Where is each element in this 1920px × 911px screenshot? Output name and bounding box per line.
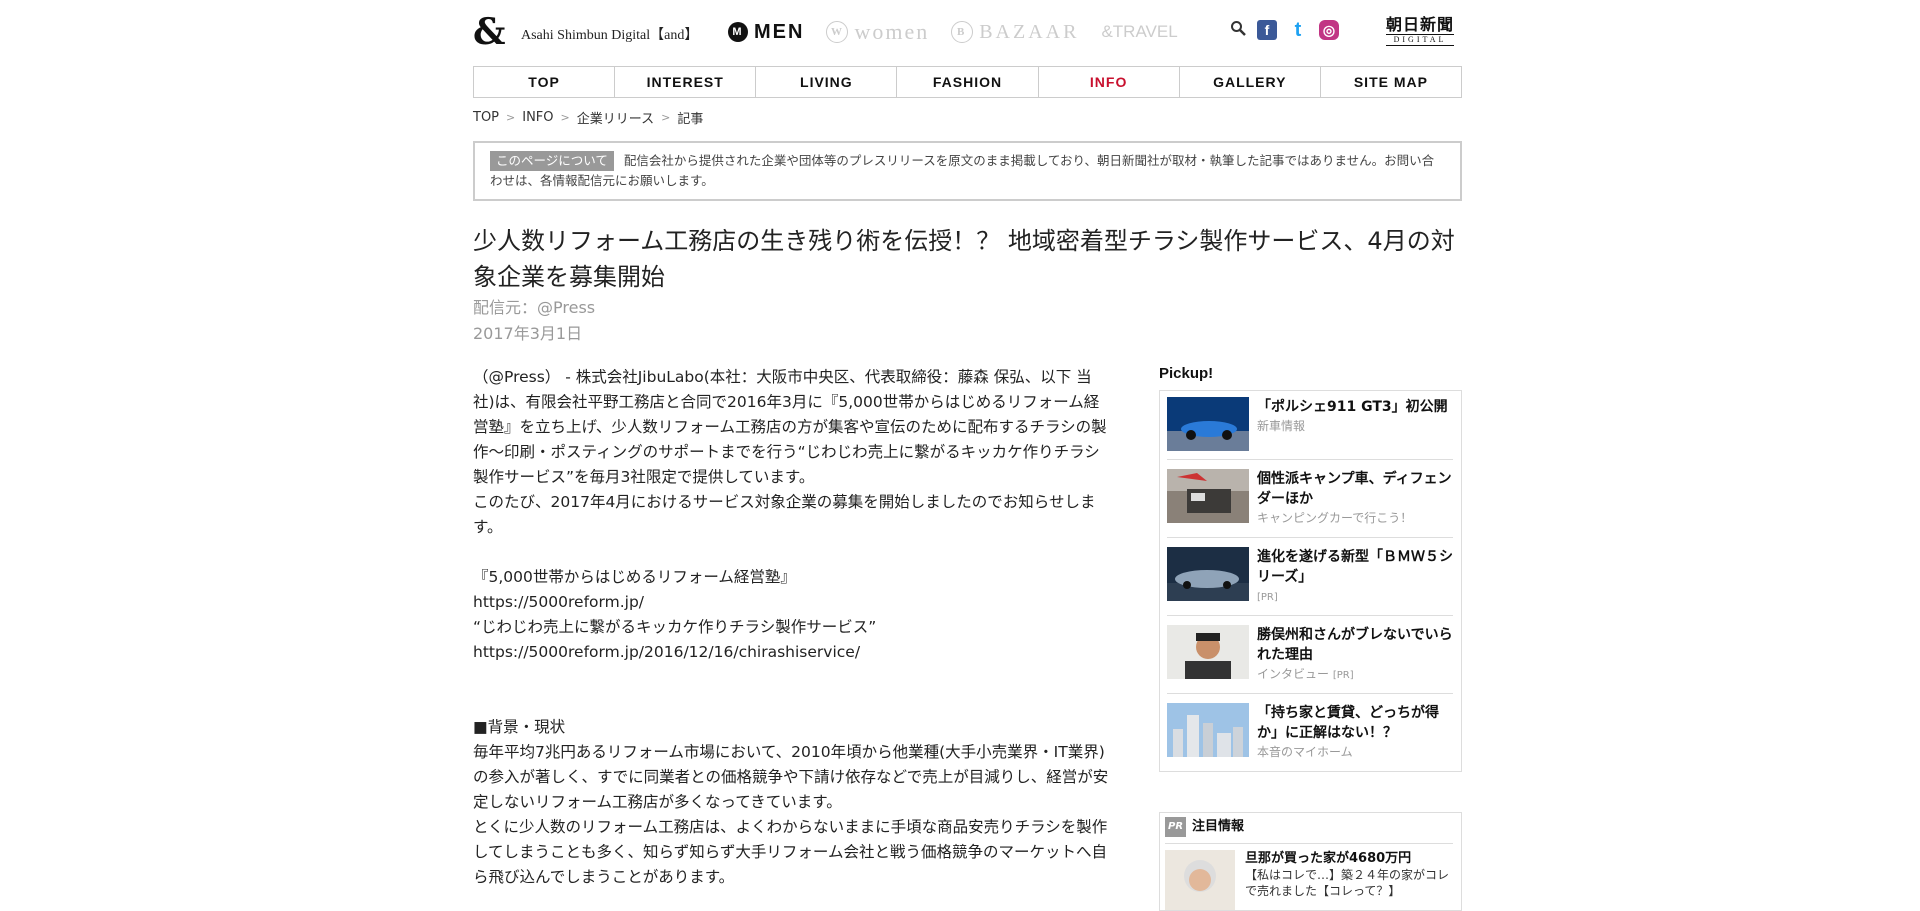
brand-travel-link[interactable]: &TRAVEL: [1101, 22, 1177, 42]
pickup-heading: Pickup!: [1159, 365, 1214, 382]
brand-travel-label: &TRAVEL: [1101, 22, 1178, 41]
women-logo-icon: W: [826, 21, 849, 43]
article-title: 少人数リフォーム工務店の生き残り術を伝授！？ 地域密着型チラシ製作サービス、4月…: [473, 227, 1455, 291]
breadcrumb-info[interactable]: INFO: [522, 110, 553, 125]
notable-info-box: PR 注目情報 旦那が買った家が4680万円 【私はコレで…】築２４年の家がコレ…: [1159, 812, 1462, 911]
header-tools: f t ◎: [1230, 19, 1339, 41]
pickup-item-title: 進化を遂げる新型「ＢＭＷ５シリーズ」: [1257, 549, 1453, 585]
asahi-logo-digital: DIGITAL: [1386, 34, 1455, 46]
pickup-item-category: インタビュー [PR]: [1257, 667, 1354, 681]
pickup-item[interactable]: 進化を遂げる新型「ＢＭＷ５シリーズ」 [PR]: [1167, 547, 1453, 616]
pickup-item[interactable]: 「持ち家と賃貸、どっちが得か」に正解はない！？ 本音のマイホーム: [1167, 703, 1453, 771]
breadcrumb-top[interactable]: TOP: [473, 110, 499, 125]
pickup-item-category: 本音のマイホーム: [1257, 745, 1353, 759]
pickup-thumbnail: [1167, 625, 1249, 679]
pickup-item-category: 新車情報: [1257, 419, 1306, 433]
pickup-thumbnail: [1167, 397, 1249, 451]
brand-women-link[interactable]: W women: [826, 19, 929, 45]
notice-text: 配信会社から提供された企業や団体等のプレスリリースを原文のまま掲載しており、朝日…: [490, 153, 1435, 188]
breadcrumb-release[interactable]: 企業リリース: [577, 108, 654, 127]
page-notice: このページについて 配信会社から提供された企業や団体等のプレスリリースを原文のまま…: [473, 141, 1462, 201]
twitter-icon[interactable]: t: [1288, 19, 1308, 41]
page: & Asahi Shimbun Digital【and】 M MEN W wom…: [473, 0, 1462, 911]
chevron-right-icon: >: [661, 111, 671, 124]
bazaar-logo-icon: B: [951, 21, 974, 43]
pickup-item-category: [PR]: [1257, 592, 1278, 603]
pickup-list: 「ポルシェ911 GT3」初公開 新車情報 個性派キャンプ車、ディフェンダーほか…: [1159, 390, 1462, 772]
site-header: & Asahi Shimbun Digital【and】 M MEN W wom…: [473, 0, 1462, 66]
brand-women-label: women: [854, 19, 930, 44]
notable-thumbnail: [1165, 850, 1235, 910]
breadcrumb: TOP > INFO > 企業リリース > 記事: [473, 108, 1462, 127]
article-source: 配信元：@Press: [473, 298, 596, 317]
notable-item-sub: 【私はコレで…】築２４年の家がコレで売れました【コレって？】: [1245, 868, 1450, 898]
brand-bazaar-label: BAZAAR: [979, 20, 1080, 43]
breadcrumb-current: 記事: [677, 112, 704, 127]
pickup-item-title: 個性派キャンプ車、ディフェンダーほか: [1257, 471, 1452, 507]
notable-heading-row: PR 注目情報: [1165, 817, 1453, 837]
pickup-item[interactable]: 「ポルシェ911 GT3」初公開 新車情報: [1167, 397, 1453, 460]
brand-men-label: MEN: [754, 20, 805, 43]
article-date: 2017年3月1日: [473, 324, 583, 343]
pickup-item-category: キャンピングカーで行こう！: [1257, 511, 1413, 525]
article-paragraph-links[interactable]: 『5,000世帯からはじめるリフォーム経営塾』 https://5000refo…: [473, 565, 1113, 665]
pickup-item-title: 「ポルシェ911 GT3」初公開: [1257, 399, 1448, 415]
site-name[interactable]: Asahi Shimbun Digital【and】: [521, 24, 698, 44]
pickup-item-title: 勝俣州和さんがブレないでいられた理由: [1257, 627, 1453, 663]
pickup-item[interactable]: 個性派キャンプ車、ディフェンダーほか キャンピングカーで行こう！: [1167, 469, 1453, 538]
notable-item-title: 旦那が買った家が4680万円: [1245, 851, 1412, 866]
nav-info[interactable]: INFO: [1039, 67, 1180, 97]
pickup-thumbnail: [1167, 547, 1249, 601]
pickup-item-title: 「持ち家と賃貸、どっちが得か」に正解はない！？: [1257, 705, 1439, 741]
notice-tag: このページについて: [490, 151, 614, 171]
main-nav: TOP INTEREST LIVING FASHION INFO GALLERY…: [473, 66, 1462, 98]
notable-item[interactable]: 旦那が買った家が4680万円 【私はコレで…】築２４年の家がコレで売れました【コ…: [1165, 843, 1453, 910]
asahi-logo-text: 朝日新聞: [1386, 15, 1455, 34]
nav-fashion[interactable]: FASHION: [897, 67, 1039, 97]
asahi-digital-logo[interactable]: 朝日新聞 DIGITAL: [1386, 15, 1455, 46]
site-logo[interactable]: &: [473, 14, 506, 50]
facebook-icon[interactable]: f: [1257, 20, 1277, 40]
brand-links: M MEN W women B BAZAAR &TRAVEL: [728, 19, 1178, 45]
pickup-item[interactable]: 勝俣州和さんがブレないでいられた理由 インタビュー [PR]: [1167, 625, 1453, 694]
content-columns: （@Press） - 株式会社JibuLabo(本社：大阪市中央区、代表取締役：…: [473, 365, 1462, 911]
nav-gallery[interactable]: GALLERY: [1180, 67, 1321, 97]
men-logo-icon: M: [728, 22, 748, 42]
article-body: （@Press） - 株式会社JibuLabo(本社：大阪市中央区、代表取締役：…: [473, 365, 1113, 890]
article-paragraph-intro: （@Press） - 株式会社JibuLabo(本社：大阪市中央区、代表取締役：…: [473, 368, 1107, 536]
sidebar: Pickup! 「ポルシェ911 GT3」初公開 新車情報 個性派キャンプ車、デ…: [1159, 365, 1462, 911]
brand-men-link[interactable]: M MEN: [728, 21, 804, 44]
search-icon[interactable]: [1230, 20, 1246, 40]
pickup-thumbnail: [1167, 469, 1249, 523]
article-paragraph-background: ■背景・現状 毎年平均7兆円あるリフォーム市場において、2010年頃から他業種(…: [473, 718, 1109, 886]
notable-heading: 注目情報: [1192, 819, 1245, 834]
nav-interest[interactable]: INTEREST: [615, 67, 757, 97]
brand-bazaar-link[interactable]: B BAZAAR: [951, 21, 1079, 44]
nav-site-map[interactable]: SITE MAP: [1321, 67, 1461, 97]
nav-top[interactable]: TOP: [474, 67, 616, 97]
instagram-icon[interactable]: ◎: [1319, 20, 1339, 40]
pickup-thumbnail: [1167, 703, 1249, 757]
chevron-right-icon: >: [560, 111, 570, 124]
chevron-right-icon: >: [506, 111, 516, 124]
pr-badge: PR: [1165, 817, 1187, 837]
nav-living[interactable]: LIVING: [756, 67, 898, 97]
